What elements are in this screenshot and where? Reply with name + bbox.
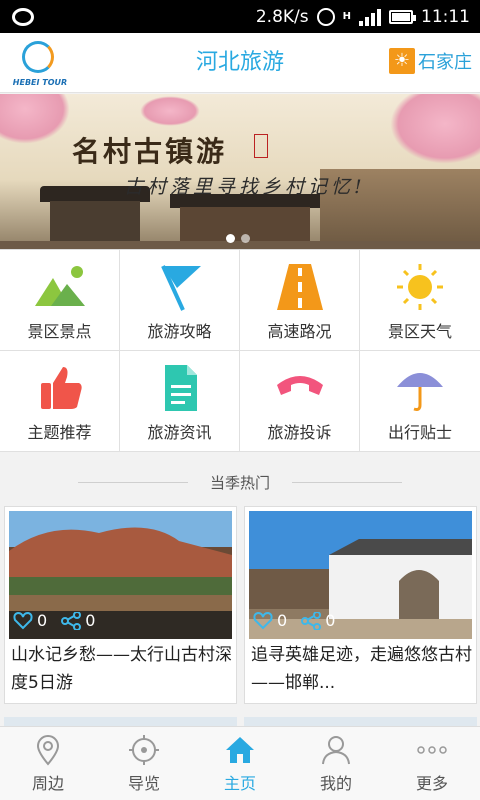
banner-title: 名村古镇游 bbox=[72, 135, 228, 168]
user-icon bbox=[320, 734, 352, 766]
phone-icon bbox=[273, 363, 327, 413]
divider bbox=[77, 481, 188, 483]
banner-subtitle: 古村落里寻找乡村记忆! bbox=[124, 176, 366, 198]
grid-item-label: 出行贴士 bbox=[387, 423, 452, 442]
chat-notification-icon bbox=[12, 7, 34, 26]
status-bar: 2.8K/s H 11:11 bbox=[0, 0, 480, 33]
weather-sun-icon bbox=[389, 48, 415, 74]
flag-icon bbox=[153, 262, 207, 312]
tab-label: 我的 bbox=[319, 773, 352, 793]
share-count: 0 bbox=[85, 611, 96, 630]
tab-guide[interactable]: 导览 bbox=[96, 727, 192, 800]
share-count: 0 bbox=[325, 611, 336, 630]
carousel-dot[interactable] bbox=[226, 234, 235, 243]
card-stats: 0 0 bbox=[13, 610, 96, 631]
tab-nearby[interactable]: 周边 bbox=[0, 727, 96, 800]
heart-icon[interactable] bbox=[253, 611, 273, 630]
grid-item-label: 景区景点 bbox=[27, 322, 92, 341]
hebei-tour-logo: HEBEI TOUR bbox=[12, 39, 68, 87]
network-speed: 2.8K/s bbox=[255, 6, 309, 27]
tab-mine[interactable]: 我的 bbox=[288, 727, 384, 800]
city-selector[interactable]: 石家庄 bbox=[389, 48, 472, 74]
grid-item-label: 旅游资讯 bbox=[147, 423, 212, 442]
heart-icon[interactable] bbox=[13, 611, 33, 630]
thumbs-up-icon bbox=[33, 363, 87, 413]
carousel-indicator[interactable] bbox=[226, 234, 250, 243]
grid-item-scenic-spots[interactable]: 景区景点 bbox=[0, 250, 120, 351]
road-icon bbox=[273, 262, 327, 312]
grid-item-travel-guide[interactable]: 旅游攻略 bbox=[120, 250, 240, 351]
grid-item-travel-complaint[interactable]: 旅游投诉 bbox=[240, 351, 360, 452]
sun-icon bbox=[393, 262, 447, 312]
grid-item-scenic-weather[interactable]: 景区天气 bbox=[360, 250, 480, 351]
grid-item-label: 主题推荐 bbox=[27, 423, 92, 442]
network-type: H bbox=[342, 11, 351, 22]
tab-label: 更多 bbox=[415, 773, 448, 793]
card-title: 山水记乡愁——太行山古村深度5日游 bbox=[11, 645, 232, 693]
hot-route-card[interactable]: 0 0 追寻英雄足迹，走遍悠悠古村——邯郸... bbox=[244, 506, 477, 704]
tab-home[interactable]: 主页 bbox=[192, 727, 288, 800]
home-icon bbox=[224, 734, 256, 766]
clock: 11:11 bbox=[421, 6, 470, 27]
promo-banner[interactable]: 名村古镇游 古村落里寻找乡村记忆! bbox=[0, 94, 480, 250]
grid-item-theme-recommend[interactable]: 主题推荐 bbox=[0, 351, 120, 452]
function-grid: 景区景点 旅游攻略 高速路况 景区天气 主题推荐 旅游资讯 旅游投诉 出行贴士 bbox=[0, 250, 480, 452]
bottom-tab-bar: 周边 导览 主页 我的 更多 bbox=[0, 726, 480, 800]
compass-icon bbox=[128, 734, 160, 766]
seal-stamp bbox=[254, 134, 268, 158]
carousel-dot[interactable] bbox=[241, 234, 250, 243]
tab-more[interactable]: 更多 bbox=[384, 727, 480, 800]
tab-label: 主页 bbox=[223, 773, 256, 793]
mountain-icon bbox=[33, 262, 87, 312]
card-stats: 0 0 bbox=[253, 610, 336, 631]
hot-route-card[interactable]: 0 0 山水记乡愁——太行山古村深度5日游 bbox=[4, 506, 237, 704]
grid-item-label: 旅游投诉 bbox=[267, 423, 332, 442]
tab-label: 导览 bbox=[127, 773, 160, 793]
share-icon[interactable] bbox=[61, 610, 82, 631]
tab-label: 周边 bbox=[31, 773, 64, 793]
card-title: 追寻英雄足迹，走遍悠悠古村——邯郸... bbox=[251, 645, 472, 693]
umbrella-icon bbox=[393, 363, 447, 413]
document-icon bbox=[153, 363, 207, 413]
grid-item-travel-news[interactable]: 旅游资讯 bbox=[120, 351, 240, 452]
battery-icon bbox=[389, 9, 416, 24]
city-name: 石家庄 bbox=[418, 52, 472, 73]
like-count: 0 bbox=[37, 611, 48, 630]
section-title: 当季热门 bbox=[209, 473, 270, 492]
section-header: 当季热门 bbox=[0, 462, 480, 502]
grid-item-label: 景区天气 bbox=[387, 322, 452, 341]
alarm-icon bbox=[316, 7, 335, 26]
divider bbox=[292, 481, 402, 483]
grid-item-label: 旅游攻略 bbox=[147, 322, 212, 341]
signal-icon bbox=[359, 8, 381, 26]
grid-item-label: 高速路况 bbox=[267, 322, 332, 341]
share-icon[interactable] bbox=[301, 610, 322, 631]
grid-item-highway-traffic[interactable]: 高速路况 bbox=[240, 250, 360, 351]
like-count: 0 bbox=[277, 611, 288, 630]
grid-item-travel-tips[interactable]: 出行贴士 bbox=[360, 351, 480, 452]
location-pin-icon bbox=[32, 734, 64, 766]
app-header: 河北旅游 HEBEI TOUR 石家庄 bbox=[0, 33, 480, 93]
more-dots-icon bbox=[416, 734, 448, 766]
